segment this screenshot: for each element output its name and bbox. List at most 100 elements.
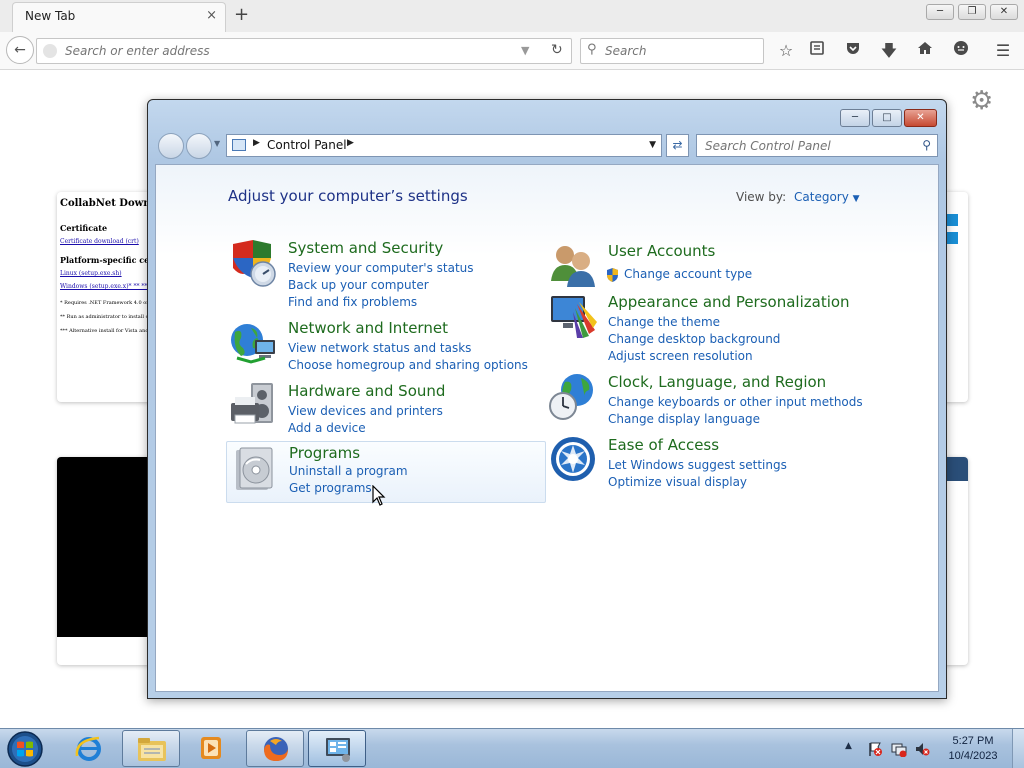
show-hidden-icons-icon[interactable]: ▲ <box>845 741 852 751</box>
chevron-down-icon: ▼ <box>852 194 860 204</box>
window-minimize-button[interactable]: ─ <box>840 109 870 127</box>
breadcrumb-arrow-icon[interactable]: ▶ <box>347 138 354 148</box>
search-icon[interactable]: ⚲ <box>922 138 931 152</box>
link-let-windows-suggest[interactable]: Let Windows suggest settings <box>608 458 787 472</box>
breadcrumb-arrow-icon[interactable]: ▶ <box>253 138 260 148</box>
link-find-fix-problems[interactable]: Find and fix problems <box>288 295 417 309</box>
home-icon[interactable] <box>914 40 936 62</box>
category-network-internet: Network and Internet View network status… <box>226 318 546 380</box>
category-title[interactable]: Programs <box>289 444 360 462</box>
view-by-dropdown[interactable]: Category ▼ <box>794 190 860 204</box>
browser-close-button[interactable]: ✕ <box>990 4 1018 20</box>
start-orb[interactable] <box>5 730 45 768</box>
link-review-status[interactable]: Review your computer's status <box>288 261 474 275</box>
system-clock[interactable]: 5:27 PM 10/4/2023 <box>940 734 1006 764</box>
browser-search-bar[interactable]: ⚲ <box>580 38 764 64</box>
link-change-theme[interactable]: Change the theme <box>608 315 720 329</box>
category-appearance-personalization: Appearance and Personalization Change th… <box>546 292 866 363</box>
programs-icon[interactable] <box>230 444 280 494</box>
show-desktop-button[interactable] <box>1012 729 1024 768</box>
link-homegroup-sharing[interactable]: Choose homegroup and sharing options <box>288 358 528 372</box>
category-title[interactable]: Ease of Access <box>608 436 719 454</box>
network-internet-icon[interactable] <box>229 318 279 368</box>
refresh-icon[interactable]: ⇄ <box>666 134 689 157</box>
link-view-devices-printers[interactable]: View devices and printers <box>288 404 443 418</box>
downloads-icon[interactable]: 🡇 <box>878 40 900 62</box>
control-panel-content: Adjust your computer’s settings View by:… <box>155 164 939 692</box>
link-change-desktop-background[interactable]: Change desktop background <box>608 332 780 346</box>
taskbar-internet-explorer[interactable] <box>60 730 118 767</box>
uac-shield-icon <box>607 268 618 282</box>
pocket-icon[interactable] <box>842 40 864 62</box>
link-change-keyboards[interactable]: Change keyboards or other input methods <box>608 395 863 409</box>
category-title[interactable]: System and Security <box>288 239 443 257</box>
browser-restore-button[interactable]: ❐ <box>958 4 986 20</box>
breadcrumb-control-panel[interactable]: Control Panel <box>267 138 347 152</box>
url-input[interactable] <box>65 44 505 58</box>
new-tab-button[interactable]: + <box>234 4 249 25</box>
reload-icon[interactable]: ↻ <box>551 42 563 58</box>
feedback-icon[interactable] <box>950 40 972 62</box>
system-security-icon[interactable] <box>229 238 279 288</box>
back-arrow-icon[interactable]: ← <box>6 36 34 64</box>
newtab-settings-gear-icon[interactable]: ⚙ <box>970 86 993 116</box>
link-uninstall-program[interactable]: Uninstall a program <box>289 464 408 478</box>
link-get-programs[interactable]: Get programs <box>289 481 372 495</box>
window-maximize-button[interactable]: □ <box>872 109 902 127</box>
browser-tab-strip: New Tab × + ─ ❐ ✕ <box>0 0 1024 32</box>
hardware-sound-icon[interactable] <box>229 381 279 431</box>
view-by-value: Category <box>794 190 849 204</box>
ease-of-access-icon[interactable] <box>549 435 599 485</box>
address-bar[interactable]: ▶ Control Panel ▶ ▼ <box>226 134 662 157</box>
bookmark-star-icon[interactable]: ☆ <box>775 40 797 62</box>
category-title[interactable]: Network and Internet <box>288 319 448 337</box>
link-add-device[interactable]: Add a device <box>288 421 366 435</box>
control-panel-small-icon <box>232 139 246 151</box>
category-title[interactable]: User Accounts <box>608 242 715 260</box>
category-programs[interactable]: Programs Uninstall a program Get program… <box>226 441 546 503</box>
link-change-display-language[interactable]: Change display language <box>608 412 760 426</box>
network-status-icon[interactable] <box>891 741 907 757</box>
control-panel-search-box[interactable]: ⚲ <box>696 134 938 157</box>
window-close-button[interactable]: ✕ <box>904 109 937 127</box>
internet-explorer-icon <box>75 736 101 761</box>
category-title[interactable]: Hardware and Sound <box>288 382 445 400</box>
taskbar-control-panel[interactable] <box>308 730 366 767</box>
link-view-network-status[interactable]: View network status and tasks <box>288 341 471 355</box>
address-dropdown-icon[interactable]: ▼ <box>649 140 656 150</box>
bookmarks-menu-icon[interactable] <box>806 40 828 62</box>
category-title[interactable]: Clock, Language, and Region <box>608 373 826 391</box>
category-clock-language-region: Clock, Language, and Region Change keybo… <box>546 372 866 434</box>
taskbar-media-player[interactable] <box>182 730 240 767</box>
taskbar-firefox[interactable] <box>246 730 304 767</box>
link-back-up[interactable]: Back up your computer <box>288 278 429 292</box>
tile-thumbnail <box>946 232 958 244</box>
url-bar[interactable]: ▼ ↻ <box>36 38 572 64</box>
mouse-cursor-icon <box>372 485 386 506</box>
recent-pages-dropdown-icon[interactable]: ▼ <box>214 139 220 148</box>
tab-close-icon[interactable]: × <box>206 8 217 23</box>
clock-language-icon[interactable] <box>549 372 599 422</box>
link-change-account-type[interactable]: Change account type <box>624 267 752 281</box>
tile-thumbnail <box>946 214 958 226</box>
category-title[interactable]: Appearance and Personalization <box>608 293 850 311</box>
browser-tab[interactable]: New Tab × <box>12 2 226 32</box>
explorer-forward-button[interactable] <box>186 133 212 159</box>
action-center-flag-icon[interactable] <box>867 741 883 757</box>
media-player-icon <box>201 737 221 759</box>
url-dropdown-icon[interactable]: ▼ <box>521 44 529 57</box>
taskbar-windows-explorer[interactable] <box>122 730 180 767</box>
user-accounts-icon[interactable] <box>549 241 599 291</box>
hamburger-menu-icon[interactable]: ☰ <box>992 40 1014 62</box>
volume-muted-icon[interactable] <box>914 741 930 757</box>
category-ease-of-access: Ease of Access Let Windows suggest setti… <box>546 435 866 497</box>
explorer-back-button[interactable] <box>158 133 184 159</box>
browser-minimize-button[interactable]: ─ <box>926 4 954 20</box>
link-adjust-screen-resolution[interactable]: Adjust screen resolution <box>608 349 753 363</box>
browser-toolbar: ← ▼ ↻ ⚲ ☆ 🡇 ☰ <box>0 32 1024 70</box>
browser-search-input[interactable] <box>605 44 755 58</box>
site-info-icon[interactable] <box>43 44 57 58</box>
appearance-icon[interactable] <box>549 292 599 342</box>
link-optimize-visual-display[interactable]: Optimize visual display <box>608 475 747 489</box>
control-panel-search-input[interactable] <box>705 139 905 153</box>
